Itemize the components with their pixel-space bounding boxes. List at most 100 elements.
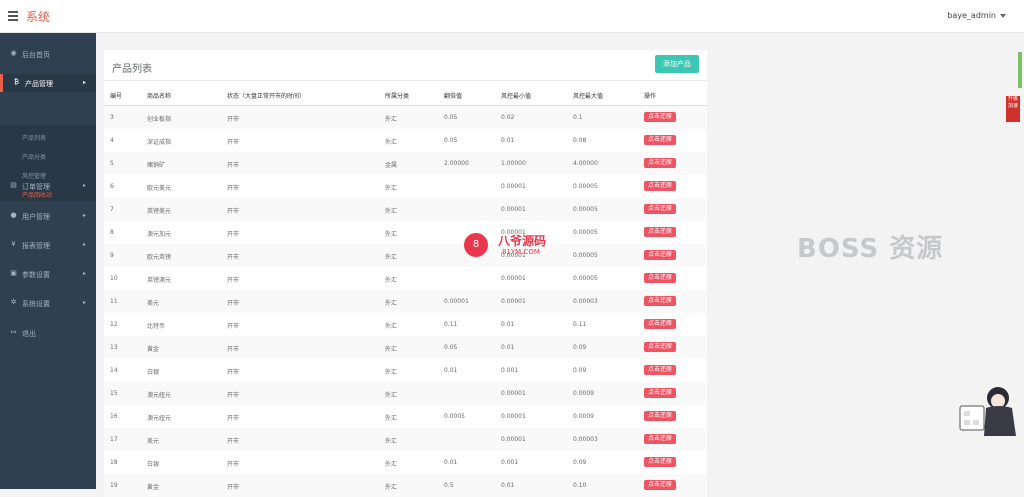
- restore-button[interactable]: 点击还原: [644, 365, 676, 375]
- watermark-url: 81YM.COM: [502, 248, 540, 256]
- table-cell: 澳元纽元: [147, 415, 172, 422]
- username: baye_admin: [947, 11, 996, 20]
- table-cell: 0.11: [444, 321, 458, 328]
- chevron-right-icon: ▸: [82, 212, 86, 219]
- restore-button[interactable]: 点击还原: [644, 135, 676, 145]
- column-header: 编号: [110, 93, 123, 100]
- cogs-icon: ✲: [10, 298, 17, 306]
- table-cell: 8: [110, 229, 114, 236]
- table-row: 6 欧元美元 开市 外汇 0.00001 0.00005 点击还原: [104, 175, 707, 198]
- table-cell: 0.00001: [501, 275, 526, 282]
- chevron-right-icon: ▸: [82, 241, 86, 248]
- table-cell: 0.00001: [501, 206, 526, 213]
- sidebar: 产品列表 产品分类 风控管理 产品回收站 ◉ 后台首页 ₿ 产品管理 ▸ ▤ 订单管理 ▸ ● 用户管理…: [0, 33, 96, 489]
- table-cell: 英镑澳元: [147, 277, 172, 284]
- table-cell: 0.00001: [501, 436, 526, 443]
- bitcoin-icon: ₿: [13, 78, 20, 86]
- sidebar-item-1[interactable]: ₿ 产品管理 ▸: [0, 74, 96, 92]
- sidebar-item-label: 后台首页: [22, 51, 50, 59]
- table-cell: 外汇: [385, 323, 398, 330]
- table-cell: 外汇: [385, 415, 398, 422]
- sidebar-item-3[interactable]: ● 用户管理 ▸: [0, 207, 96, 225]
- restore-button[interactable]: 点击还原: [644, 319, 676, 329]
- table-cell: 13: [110, 344, 118, 351]
- table-cell: 0.00001: [501, 413, 526, 420]
- table-cell: 0.08: [573, 137, 587, 144]
- sidebar-item-2[interactable]: ▤ 订单管理 ▸: [0, 177, 96, 195]
- sidebar-item-4[interactable]: ¥ 报表管理 ▸: [0, 236, 96, 254]
- table-cell: 0.00005: [573, 252, 598, 259]
- user-menu[interactable]: baye_admin: [947, 11, 1006, 20]
- restore-button[interactable]: 点击还原: [644, 342, 676, 352]
- table-cell: 白银: [147, 369, 160, 376]
- column-header: 状态（大盘正常开市的时间）: [227, 93, 306, 100]
- user-icon: ●: [10, 211, 17, 219]
- sidebar-item-6[interactable]: ✲ 系统设置 ▸: [0, 294, 96, 312]
- table-cell: 美元: [147, 300, 160, 307]
- restore-button[interactable]: 点击还原: [644, 158, 676, 168]
- restore-button[interactable]: 点击还原: [644, 227, 676, 237]
- table-cell: 14: [110, 367, 118, 374]
- table-cell: 0.01: [444, 367, 458, 374]
- table-cell: 澳元加元: [147, 231, 172, 238]
- table-cell: 外汇: [385, 346, 398, 353]
- table-cell: 0.0005: [444, 413, 465, 420]
- restore-button[interactable]: 点击还原: [644, 434, 676, 444]
- table-cell: 欧元英镑: [147, 254, 172, 261]
- restore-button[interactable]: 点击还原: [644, 112, 676, 122]
- table-cell: 0.01: [501, 321, 515, 328]
- table-cell: 7: [110, 206, 114, 213]
- table-cell: 0.00005: [573, 206, 598, 213]
- table-cell: 0.00001: [501, 298, 526, 305]
- restore-button[interactable]: 点击还原: [644, 250, 676, 260]
- sidebar-item-7[interactable]: ↦ 退出: [0, 324, 96, 342]
- table-row: 14 白银 开市 外汇 0.01 0.001 0.09 点击还原: [104, 359, 707, 382]
- table-cell: 外汇: [385, 185, 398, 192]
- table-row: 7 英镑美元 开市 外汇 0.00001 0.00005 点击还原: [104, 198, 707, 221]
- table-cell: 开市: [227, 231, 240, 238]
- table-cell: 0.001: [501, 367, 519, 374]
- table-cell: 外汇: [385, 461, 398, 468]
- submenu-item-0[interactable]: 产品列表: [22, 133, 46, 142]
- add-product-button[interactable]: 添加产品: [655, 55, 699, 73]
- table-cell: 开市: [227, 277, 240, 284]
- sidebar-item-label: 系统设置: [22, 300, 50, 308]
- table-cell: 1.00000: [501, 160, 526, 167]
- scroll-indicator[interactable]: [1018, 52, 1022, 88]
- table-cell: 澳元纽元: [147, 392, 172, 399]
- table-cell: 比特币: [147, 323, 166, 330]
- restore-button[interactable]: 点击还原: [644, 457, 676, 467]
- caret-down-icon: [1000, 13, 1006, 18]
- side-tab[interactable]: 升级加速: [1006, 96, 1020, 122]
- panel-title: 产品列表: [112, 64, 152, 75]
- table-cell: 0.05: [444, 137, 458, 144]
- table-cell: 0.00001: [501, 183, 526, 190]
- column-header: 风控最大值: [573, 93, 604, 100]
- restore-button[interactable]: 点击还原: [644, 411, 676, 421]
- boss-watermark: BOSS 资源: [797, 234, 944, 264]
- watermark-logo: 8: [464, 233, 488, 257]
- sidebar-item-0[interactable]: ◉ 后台首页: [0, 45, 96, 63]
- watermark-text: 八爷源码: [498, 234, 547, 248]
- table-cell: 15: [110, 390, 118, 397]
- table-cell: 外汇: [385, 392, 398, 399]
- table-cell: 0.1: [573, 114, 583, 121]
- restore-button[interactable]: 点击还原: [644, 181, 676, 191]
- table-row: 9 欧元英镑 开市 外汇 0.00001 0.00005 点击还原: [104, 244, 707, 267]
- restore-button[interactable]: 点击还原: [644, 273, 676, 283]
- mascot-image[interactable]: [958, 384, 1022, 440]
- table-cell: 0.00005: [573, 229, 598, 236]
- param-icon: ▣: [10, 269, 17, 277]
- restore-button[interactable]: 点击还原: [644, 296, 676, 306]
- logout-icon: ↦: [10, 328, 17, 336]
- submenu-item-1[interactable]: 产品分类: [22, 152, 46, 161]
- table-cell: 开市: [227, 116, 240, 123]
- table-cell: 4: [110, 137, 114, 144]
- menu-toggle-icon[interactable]: [8, 11, 18, 21]
- table-cell: 外汇: [385, 277, 398, 284]
- restore-button[interactable]: 点击还原: [644, 388, 676, 398]
- chevron-right-icon: ▸: [82, 299, 86, 306]
- restore-button[interactable]: 点击还原: [644, 204, 676, 214]
- table-cell: 黄金: [147, 484, 160, 491]
- sidebar-item-5[interactable]: ▣ 参数设置 ▸: [0, 265, 96, 283]
